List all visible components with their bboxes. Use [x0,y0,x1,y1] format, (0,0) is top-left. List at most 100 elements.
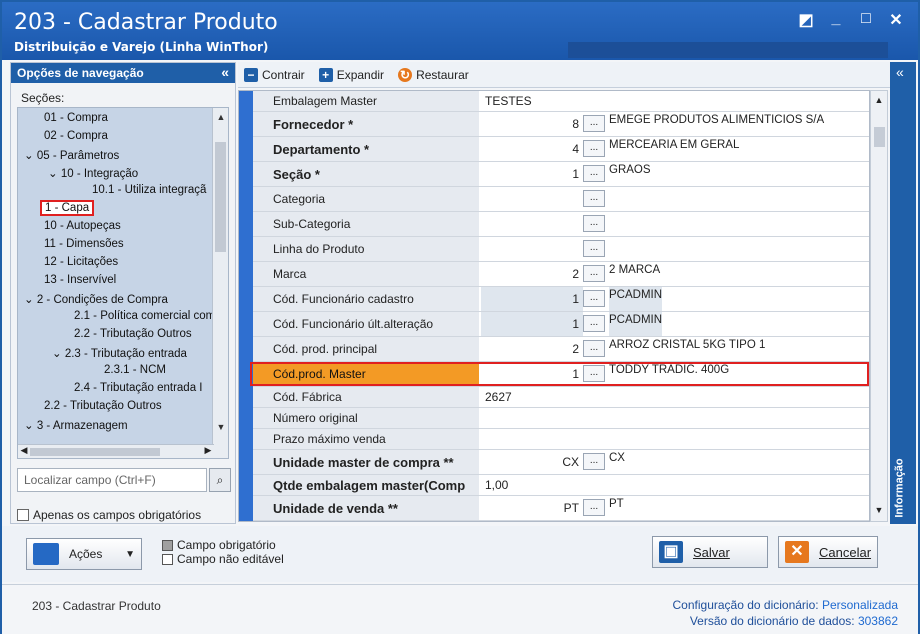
lookup-button[interactable]: ... [583,265,605,282]
lookup-button[interactable]: ... [583,215,605,232]
tree-item[interactable]: 2.2 - Tributação Outros [74,328,192,340]
scroll-left-icon[interactable]: ◀ [18,445,30,456]
tree-item[interactable]: ⌄ 05 - Parâmetros [24,148,119,162]
grid-row[interactable]: Seção * 1... GRAOS [253,162,869,187]
grid-row[interactable]: Fornecedor * 8... EMEGE PRODUTOS ALIMENTIC… [253,112,869,137]
tree-item[interactable]: 11 - Dimensões [44,238,124,250]
grid-row[interactable]: Embalagem Master TESTES [253,91,869,112]
grid-row[interactable]: Cód. Funcionário últ.alteração 1... PCADMI… [253,312,869,337]
grid-row[interactable]: Cód. Funcionário cadastro 1... PCADMIN [253,287,869,312]
chevron-down-icon[interactable]: ⌄ [48,168,61,180]
lookup-button[interactable]: ... [583,315,605,332]
collapse-nav-button[interactable]: « [221,64,229,80]
scroll-down-icon[interactable]: ▼ [213,422,228,432]
tree-item[interactable]: 10 - Autopeças [44,220,121,232]
field-value-input[interactable]: 8 [481,112,583,136]
search-field-input[interactable]: Localizar campo (Ctrl+F) [17,468,207,492]
field-value-input[interactable] [481,187,583,211]
maximize-button[interactable]: □ [858,10,874,30]
field-value-input[interactable]: PT [481,496,583,520]
restore-icon[interactable]: ◩ [798,10,814,30]
scroll-up-icon[interactable]: ▲ [871,95,887,105]
tree-item[interactable]: 2.3.1 - NCM [104,364,166,376]
tree-item-selected[interactable]: 1 - Capa [40,200,95,216]
info-panel[interactable]: « Informação [890,62,916,524]
minimize-button[interactable]: _ [828,10,844,30]
tree-item[interactable]: ⌄ 3 - Armazenagem [24,418,128,432]
grid-row[interactable]: Prazo máximo venda [253,429,869,450]
field-value-input[interactable] [481,429,583,449]
cancelar-button[interactable]: ✕ Cancelar [778,536,878,568]
scroll-thumb[interactable] [215,142,226,252]
scroll-thumb[interactable] [30,448,160,456]
grid-row[interactable]: Qtde embalagem master(Comp 1,00 [253,475,869,496]
grid-row[interactable]: Categoria... [253,187,869,212]
lookup-button[interactable]: ... [583,290,605,307]
field-value-input[interactable] [481,212,583,236]
chevron-down-icon[interactable]: ⌄ [24,420,37,432]
field-value-input[interactable]: 1 [481,287,583,311]
tree-horizontal-scrollbar[interactable]: ◀ ▶ [18,444,214,458]
checkbox-box[interactable] [17,509,29,521]
field-value-input[interactable]: 2 [481,337,583,361]
grid-row[interactable]: Número original [253,408,869,429]
grid-row[interactable]: Cód. Fábrica 2627 [253,387,869,408]
lookup-button[interactable]: ... [583,140,605,157]
field-value-input[interactable]: 1,00 [481,475,583,495]
tree-item[interactable]: ⌄ 2.3 - Tributação entrada [52,346,187,360]
scroll-up-icon[interactable]: ▲ [213,112,228,122]
field-value-input[interactable]: TESTES [481,91,583,111]
grid-vertical-scrollbar[interactable]: ▲ ▼ [870,90,888,522]
lookup-button[interactable]: ... [583,190,605,207]
tree-vertical-scrollbar[interactable]: ▲ ▼ [212,108,228,458]
field-value-input[interactable]: 2627 [481,387,583,407]
collapse-info-button[interactable]: « [896,64,904,80]
close-button[interactable]: ✕ [888,10,904,30]
grid-row[interactable]: Departamento * 4... MERCEARIA EM GERAL [253,137,869,162]
field-value-input[interactable] [481,237,583,261]
grid-row[interactable]: Cód. prod. principal 2... ARROZ CRISTAL 5K… [253,337,869,362]
tree-item[interactable]: 01 - Compra [44,112,108,124]
chevron-down-icon[interactable]: ⌄ [24,150,37,162]
tree-item[interactable]: 2.1 - Política comercial com [74,310,215,322]
tree-item[interactable]: 2.2 - Tributação Outros [44,400,162,412]
grid-row[interactable]: Sub-Categoria... [253,212,869,237]
grid-row[interactable]: Unidade master de compra ** CX... CX [253,450,869,475]
grid-row[interactable]: Marca 2... 2 MARCA [253,262,869,287]
lookup-button[interactable]: ... [583,453,605,470]
field-value-input[interactable] [481,408,583,428]
chevron-down-icon[interactable]: ⌄ [24,294,37,306]
lookup-button[interactable]: ... [583,240,605,257]
grid-row[interactable]: Unidade de venda ** PT... PT [253,496,869,521]
only-required-checkbox[interactable]: Apenas os campos obrigatórios [17,508,201,522]
sections-tree[interactable]: 01 - Compra 02 - Compra ⌄ 05 - Parâmetro… [17,107,229,459]
field-value-input[interactable]: 2 [481,262,583,286]
tree-item[interactable]: 13 - Inservível [44,274,116,286]
tree-item[interactable]: 12 - Licitações [44,256,118,268]
scroll-right-icon[interactable]: ▶ [202,445,214,456]
field-value-input[interactable]: CX [481,450,583,474]
info-tab-label[interactable]: Informação [894,458,906,517]
salvar-button[interactable]: ▣ Salvar [652,536,768,568]
scroll-down-icon[interactable]: ▼ [871,505,887,515]
tree-item[interactable]: 2.4 - Tributação entrada I [74,382,203,394]
restaurar-button[interactable]: ↻ Restaurar [398,67,469,82]
scroll-thumb[interactable] [874,127,885,147]
dropdown-caret-icon[interactable]: ▼ [125,549,135,560]
grid-row[interactable]: Linha do Produto... [253,237,869,262]
acoes-button[interactable]: Ações ▼ [26,538,142,570]
chevron-down-icon[interactable]: ⌄ [52,348,65,360]
expandir-button[interactable]: + Expandir [318,67,384,82]
tree-item[interactable]: ⌄ 10 - Integração [48,166,138,180]
lookup-button[interactable]: ... [583,115,605,132]
search-icon[interactable]: ⌕ [209,468,231,492]
tree-item[interactable]: 02 - Compra [44,130,108,142]
lookup-button[interactable]: ... [583,499,605,516]
field-value-input[interactable]: 1 [481,312,583,336]
lookup-button[interactable]: ... [583,340,605,357]
field-value-input[interactable]: 4 [481,137,583,161]
tree-item[interactable]: 10.1 - Utiliza integraçã [92,184,206,196]
contrair-button[interactable]: − Contrair [244,67,305,82]
lookup-button[interactable]: ... [583,165,605,182]
tree-item[interactable]: ⌄ 2 - Condições de Compra [24,292,168,306]
